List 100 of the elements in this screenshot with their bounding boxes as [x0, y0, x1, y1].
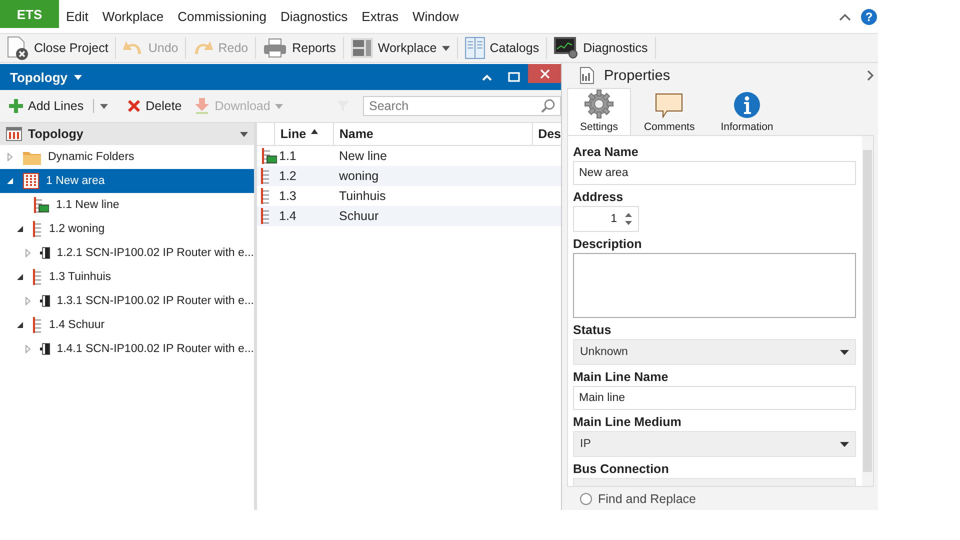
- plus-icon: [9, 99, 23, 113]
- undo-icon: [123, 41, 144, 55]
- line-icon: [261, 208, 270, 224]
- properties-tab[interactable]: Settings: [567, 88, 631, 136]
- tree-item[interactable]: Dynamic Folders: [0, 145, 254, 169]
- maximize-icon[interactable]: [508, 72, 520, 82]
- folder-icon: [23, 150, 41, 164]
- close-icon: [540, 68, 550, 78]
- toolbar-button[interactable]: Catalogs: [458, 34, 546, 62]
- close-button[interactable]: [528, 64, 561, 83]
- table-cell: 1.3: [279, 189, 296, 203]
- device-icon: [40, 341, 50, 357]
- app-menu-button[interactable]: ETS: [0, 0, 59, 28]
- tree-item[interactable]: 1.2.1 SCN-IP100.02 IP Router with e...: [0, 241, 254, 265]
- device-icon: [40, 245, 50, 261]
- speech-bubble-icon: [655, 93, 684, 120]
- device-icon: [40, 293, 50, 309]
- text-field[interactable]: New area: [573, 161, 856, 186]
- toolbar-button[interactable]: Reports: [256, 34, 343, 62]
- dropdown-field[interactable]: Unknown: [573, 339, 856, 366]
- printer-icon: [263, 38, 288, 58]
- collapse-icon[interactable]: [482, 74, 492, 80]
- table-cell: 1.4: [279, 209, 296, 223]
- tree-header: Topology: [0, 123, 254, 145]
- tree-item[interactable]: 1.3.1 SCN-IP100.02 IP Router with e...: [0, 289, 254, 313]
- line-icon: [33, 317, 42, 333]
- column-header[interactable]: Line: [274, 123, 334, 145]
- table-cell-text: New line: [339, 149, 388, 163]
- panel-title: Properties: [604, 68, 670, 84]
- table-cell-text: Schuur: [339, 209, 380, 223]
- expanded-arrow-icon[interactable]: [16, 225, 24, 233]
- toolbar-button[interactable]: Close Project: [0, 34, 116, 62]
- monitor-icon: [554, 37, 578, 59]
- field-label: Address: [573, 188, 624, 206]
- delete-icon: [126, 99, 141, 113]
- caret-icon: [275, 104, 284, 108]
- tree-item[interactable]: 1.4 Schuur: [0, 313, 254, 337]
- line-icon: [33, 269, 42, 285]
- line-icon: [33, 197, 49, 213]
- column-header[interactable]: Des: [532, 123, 561, 145]
- toolbar-button[interactable]: Workplace: [344, 34, 457, 62]
- caret-icon[interactable]: [240, 132, 248, 136]
- number-spinner[interactable]: 1: [573, 206, 639, 232]
- menu-item[interactable]: Commissioning: [170, 9, 274, 24]
- menu-item[interactable]: Extras: [354, 9, 406, 24]
- radio-button[interactable]: [580, 492, 592, 505]
- line-icon: [33, 221, 42, 237]
- field-label: Main Line Name: [573, 368, 670, 386]
- properties-tab[interactable]: Information: [708, 88, 786, 136]
- expanded-arrow-icon[interactable]: [16, 321, 24, 329]
- radio-label[interactable]: Find and Replace: [598, 492, 696, 506]
- tree-item[interactable]: 1.1 New line: [0, 193, 254, 217]
- collapse-ribbon-icon[interactable]: [839, 12, 851, 20]
- field-label: Bus Connection: [573, 460, 670, 478]
- line-icon: [261, 168, 270, 184]
- properties-tab[interactable]: Comments: [630, 88, 708, 136]
- download-icon: [194, 98, 210, 114]
- action-button[interactable]: Delete: [124, 99, 185, 113]
- panels-icon: [350, 38, 373, 58]
- caret-icon: [840, 350, 849, 355]
- table-cell-text: woning: [339, 169, 380, 183]
- field-label: Area Name: [573, 144, 640, 161]
- grid-icon: [6, 127, 22, 141]
- table-cell: 1.2: [279, 169, 296, 183]
- spinner-arrows-icon[interactable]: [625, 213, 632, 226]
- menu-item[interactable]: Diagnostics: [273, 9, 355, 24]
- tree-item[interactable]: 1 New area: [0, 169, 254, 193]
- caret-icon: [74, 74, 82, 80]
- column-header[interactable]: Name: [333, 123, 532, 145]
- toolbar-button[interactable]: Diagnostics: [547, 34, 655, 62]
- line-icon: [261, 188, 270, 204]
- panel-title-dropdown[interactable]: Topology: [0, 70, 92, 84]
- expanded-arrow-icon[interactable]: [6, 177, 14, 185]
- scrollbar[interactable]: [862, 136, 873, 486]
- action-button[interactable]: Add Lines: [6, 99, 87, 113]
- properties-icon: [580, 67, 594, 84]
- menu-item[interactable]: Edit: [59, 9, 96, 24]
- line-icon: [261, 148, 277, 164]
- caret-icon[interactable]: [100, 104, 108, 108]
- dropdown-field[interactable]: IP: [573, 431, 856, 458]
- tree-item[interactable]: 1.4.1 SCN-IP100.02 IP Router with e...: [0, 337, 254, 361]
- help-button[interactable]: ?: [861, 8, 877, 24]
- field-label: Main Line Medium: [573, 414, 682, 431]
- book-icon: [464, 37, 485, 59]
- search-field[interactable]: Search: [363, 96, 561, 116]
- tree-item[interactable]: 1.3 Tuinhuis: [0, 265, 254, 289]
- gear-icon: [584, 89, 614, 120]
- caret-icon: [840, 442, 849, 447]
- field-label: Description: [573, 236, 643, 253]
- info-icon: [732, 91, 761, 120]
- menu-item[interactable]: Workplace: [95, 9, 171, 24]
- table-cell: 1.1: [279, 149, 296, 163]
- expand-panel-icon[interactable]: [867, 70, 874, 82]
- table-cell-text: Tuinhuis: [339, 189, 387, 203]
- area-icon: [23, 173, 39, 189]
- expanded-arrow-icon[interactable]: [16, 273, 24, 281]
- text-field[interactable]: Main line: [573, 386, 856, 410]
- menu-item[interactable]: Window: [406, 9, 466, 24]
- field-label: Status: [573, 322, 612, 339]
- tree-item[interactable]: 1.2 woning: [0, 217, 254, 241]
